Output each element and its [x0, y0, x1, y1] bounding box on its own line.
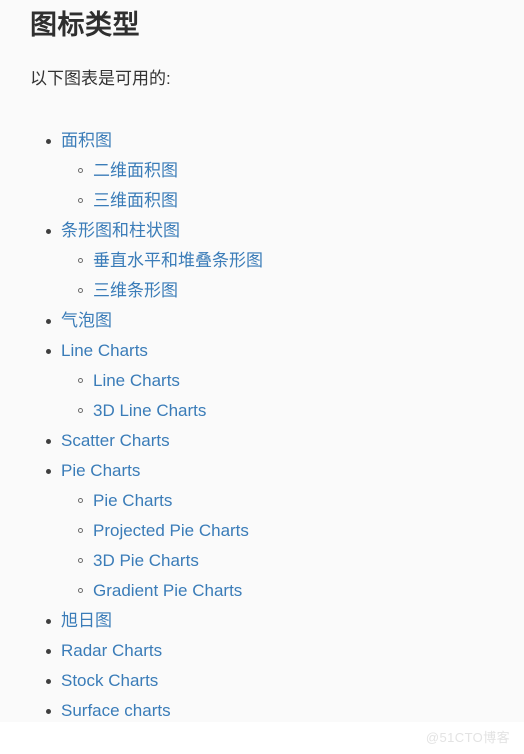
list-item-row: 旭日图	[46, 606, 500, 636]
chart-sub-link[interactable]: 3D Pie Charts	[93, 551, 199, 570]
list-item-row: Stock Charts	[46, 666, 500, 696]
chart-link[interactable]: Pie Charts	[61, 461, 140, 480]
chart-sub-link[interactable]: Pie Charts	[93, 491, 172, 510]
chart-link[interactable]: Line Charts	[61, 341, 148, 360]
sub-list-item: Pie Charts	[78, 486, 500, 516]
sub-list-item-row: Line Charts	[78, 366, 500, 396]
chart-sub-link[interactable]: Gradient Pie Charts	[93, 581, 242, 600]
chart-sub-list: 垂直水平和堆叠条形图 三维条形图	[61, 246, 500, 306]
list-item: Surface charts	[30, 696, 500, 722]
chart-sub-list: 二维面积图三维面积图	[61, 156, 500, 216]
chart-sub-link[interactable]: Line Charts	[93, 371, 180, 390]
sub-list-item-row: 二维面积图	[78, 156, 500, 186]
chart-sub-link[interactable]: 二维面积图	[93, 161, 178, 180]
sub-list-item-row: 三维条形图	[78, 276, 500, 306]
sub-list-item-row: 垂直水平和堆叠条形图	[78, 246, 500, 276]
chart-sub-list: Line Charts 3D Line Charts	[61, 366, 500, 426]
disc-bullet-icon	[46, 319, 51, 324]
disc-bullet-icon	[46, 349, 51, 354]
sub-list-item-row: 三维面积图	[78, 186, 500, 216]
list-item: Stock Charts	[30, 666, 500, 696]
sub-list-item: Gradient Pie Charts	[78, 576, 500, 606]
list-item: Line Charts Line Charts 3D Line Charts	[30, 336, 500, 426]
chart-sub-link[interactable]: Projected Pie Charts	[93, 521, 249, 540]
document-content-area: 图标类型 以下图表是可用的: 面积图二维面积图三维面积图条形图和柱状图垂直水平和…	[0, 0, 524, 722]
disc-bullet-icon	[46, 469, 51, 474]
circle-bullet-icon	[78, 198, 83, 203]
chart-link[interactable]: 条形图和柱状图	[61, 221, 180, 240]
list-item: 旭日图	[30, 606, 500, 636]
list-item: Scatter Charts	[30, 426, 500, 456]
disc-bullet-icon	[46, 139, 51, 144]
chart-type-list: 面积图二维面积图三维面积图条形图和柱状图垂直水平和堆叠条形图 三维条形图气泡图 Li…	[30, 126, 500, 722]
sub-list-item-row: 3D Pie Charts	[78, 546, 500, 576]
list-item: 面积图二维面积图三维面积图	[30, 126, 500, 216]
disc-bullet-icon	[46, 619, 51, 624]
sub-list-item: 三维面积图	[78, 186, 500, 216]
list-item: 条形图和柱状图垂直水平和堆叠条形图 三维条形图	[30, 216, 500, 306]
chart-sub-link[interactable]: 三维面积图	[93, 191, 178, 210]
watermark: @51CTO博客	[425, 730, 510, 745]
list-item: Radar Charts	[30, 636, 500, 666]
chart-link[interactable]: Surface charts	[61, 701, 171, 720]
disc-bullet-icon	[46, 229, 51, 234]
disc-bullet-icon	[46, 439, 51, 444]
list-item: 气泡图	[30, 306, 500, 336]
sub-list-item: 二维面积图	[78, 156, 500, 186]
sub-list-item: 垂直水平和堆叠条形图	[78, 246, 500, 276]
chart-link[interactable]: Stock Charts	[61, 671, 158, 690]
circle-bullet-icon	[78, 168, 83, 173]
circle-bullet-icon	[78, 528, 83, 533]
list-item-row: 气泡图	[46, 306, 500, 336]
list-item-row: 面积图	[46, 126, 500, 156]
sub-list-item: 3D Line Charts	[78, 396, 500, 426]
circle-bullet-icon	[78, 558, 83, 563]
sub-list-item: 三维条形图	[78, 276, 500, 306]
circle-bullet-icon	[78, 288, 83, 293]
chart-link[interactable]: 旭日图	[61, 611, 112, 630]
chart-link[interactable]: Scatter Charts	[61, 431, 170, 450]
chart-sub-link[interactable]: 垂直水平和堆叠条形图	[93, 251, 263, 270]
list-item-row: Scatter Charts	[46, 426, 500, 456]
sub-list-item-row: 3D Line Charts	[78, 396, 500, 426]
list-item-row: Radar Charts	[46, 636, 500, 666]
page-title: 图标类型	[30, 10, 140, 40]
circle-bullet-icon	[78, 378, 83, 383]
list-item-row: Pie Charts	[46, 456, 500, 486]
circle-bullet-icon	[78, 408, 83, 413]
disc-bullet-icon	[46, 649, 51, 654]
disc-bullet-icon	[46, 709, 51, 714]
chart-link[interactable]: 气泡图	[61, 311, 112, 330]
disc-bullet-icon	[46, 679, 51, 684]
sub-list-item-row: Pie Charts	[78, 486, 500, 516]
intro-paragraph: 以下图表是可用的:	[30, 69, 171, 88]
chart-link[interactable]: 面积图	[61, 131, 112, 150]
chart-sub-link[interactable]: 3D Line Charts	[93, 401, 206, 420]
chart-sub-list: Pie Charts Projected Pie Charts 3D Pie Cha…	[61, 486, 500, 606]
list-item: Pie Charts Pie Charts Projected Pie Charts…	[30, 456, 500, 606]
list-item-row: Line Charts	[46, 336, 500, 366]
sub-list-item-row: Gradient Pie Charts	[78, 576, 500, 606]
chart-link[interactable]: Radar Charts	[61, 641, 162, 660]
sub-list-item-row: Projected Pie Charts	[78, 516, 500, 546]
circle-bullet-icon	[78, 588, 83, 593]
sub-list-item: 3D Pie Charts	[78, 546, 500, 576]
sub-list-item: Projected Pie Charts	[78, 516, 500, 546]
list-item-row: Surface charts	[46, 696, 500, 722]
chart-sub-link[interactable]: 三维条形图	[93, 281, 178, 300]
list-item-row: 条形图和柱状图	[46, 216, 500, 246]
sub-list-item: Line Charts	[78, 366, 500, 396]
circle-bullet-icon	[78, 258, 83, 263]
circle-bullet-icon	[78, 498, 83, 503]
